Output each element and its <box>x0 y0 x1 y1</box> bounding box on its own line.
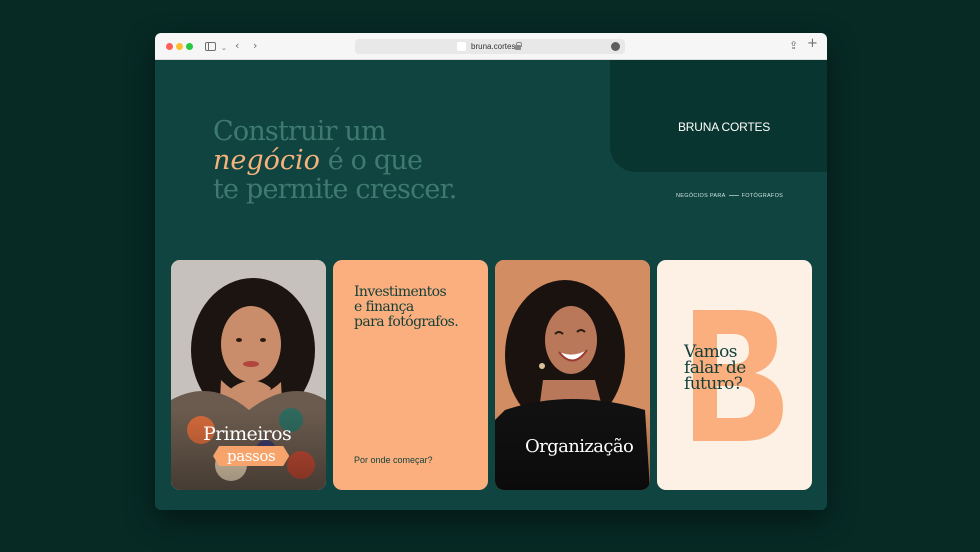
card-title: Organização <box>525 436 634 457</box>
browser-toolbar: ⌄ ‹ › bruna.cortes ⇪ + <box>155 33 827 60</box>
chevron-down-icon[interactable]: ⌄ <box>221 41 227 55</box>
url-text[interactable]: bruna.cortes <box>471 41 515 52</box>
close-window-button[interactable] <box>166 43 173 50</box>
tagline-right: FOTÓGRAFOS <box>741 193 784 199</box>
favicon-icon <box>457 42 466 51</box>
sidebar-icon[interactable] <box>205 42 216 51</box>
card-title-line: futuro? <box>684 374 743 394</box>
tagline-left: NEGÓCIOS PARA <box>676 193 726 199</box>
card-organizacao[interactable]: Organização <box>495 260 650 490</box>
share-icon[interactable]: ⇪ <box>789 39 798 53</box>
minimize-window-button[interactable] <box>176 43 183 50</box>
card-title-line: Investimentos <box>354 284 447 300</box>
card-title-line: para fotógrafos. <box>354 314 459 330</box>
hero-headline: Construir um negócio é o que te permite … <box>213 117 457 204</box>
card-pill-label: passos <box>213 446 290 466</box>
card-title: Vamos falar de futuro? <box>684 344 746 394</box>
address-bar[interactable]: bruna.cortes <box>355 39 625 54</box>
zoom-window-button[interactable] <box>186 43 193 50</box>
card-title-line: e finança <box>354 299 414 315</box>
hero-line-3: te permite crescer. <box>213 174 457 205</box>
brand-panel: BRUNA CORTES <box>610 60 827 172</box>
card-primeiros-passos[interactable]: Primeiros passos <box>171 260 326 490</box>
card-futuro[interactable]: Vamos falar de futuro? <box>657 260 812 490</box>
tagline-divider <box>728 195 739 197</box>
card-investimentos[interactable]: Investimentos e finança para fotógrafos.… <box>333 260 488 490</box>
hero-line-2: negócio é o que <box>213 146 457 175</box>
lock-icon <box>515 42 522 50</box>
card-title: Investimentos e finança para fotógrafos. <box>354 285 484 330</box>
card-title: Primeiros <box>203 423 292 445</box>
page-content: Construir um negócio é o que te permite … <box>155 60 827 510</box>
hero-line-2-rest: é o que <box>319 145 423 176</box>
more-icon[interactable] <box>611 42 620 51</box>
hero-script-word: negócio <box>213 145 320 176</box>
card-link[interactable]: Por onde começar? <box>354 455 433 465</box>
brand-logo[interactable]: BRUNA CORTES <box>678 120 770 134</box>
brand-tagline: NEGÓCIOS PARA FOTÓGRAFOS <box>676 193 783 199</box>
back-icon[interactable]: ‹ <box>235 39 239 53</box>
browser-window: ⌄ ‹ › bruna.cortes ⇪ + Construir um negó… <box>155 33 827 510</box>
forward-icon[interactable]: › <box>253 39 257 53</box>
hero-line-1: Construir um <box>213 116 387 147</box>
new-tab-icon[interactable]: + <box>807 37 818 51</box>
